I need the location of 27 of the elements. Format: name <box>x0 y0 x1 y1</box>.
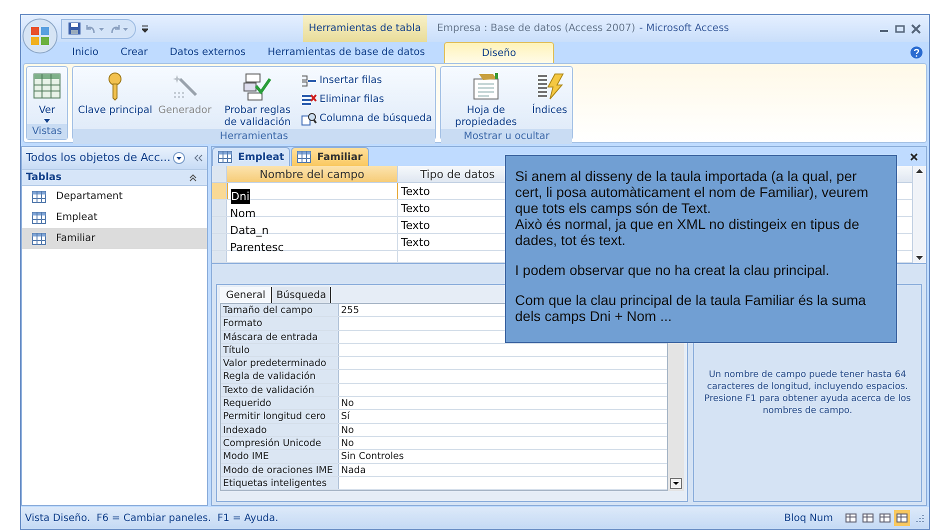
property-label: Tamaño del campo <box>221 304 339 316</box>
property-label: Valor predeterminado <box>221 357 339 370</box>
property-label: Permitir longitud cero <box>221 410 339 423</box>
property-label: Modo de oraciones IME <box>221 464 339 476</box>
window-title: Empresa : Base de datos (Access 2007) <box>436 22 636 36</box>
help-text: Un nombre de campo puede tener hasta 64 caracteres de longitud, incluyendo espacios. Presione F1 para obtener ayuda acerca de los nombres de campo. <box>703 369 912 417</box>
group-label: Vistas <box>27 124 67 139</box>
property-label: Modo IME <box>221 450 339 463</box>
property-label: Regla de validación <box>221 370 339 383</box>
callout-text: Si anem al disseny de la taula importada (a la qual, per cert, li posa automàticament el nom de Familiar), veurem que tots els camps són de Text. <box>515 168 870 216</box>
property-label: Compresión Unicode <box>221 436 339 450</box>
property-label: Máscara de entrada <box>221 330 339 343</box>
property-label: Etiquetas inteligentes <box>221 476 339 490</box>
num-lock-indicator: Bloq Num <box>784 512 833 526</box>
status-text: Vista Diseño. F6 = Cambiar paneles. F1 = Ayuda. <box>25 512 278 526</box>
app-name: - Microsoft Access <box>639 22 729 36</box>
group-label: Mostrar u ocultar <box>440 129 572 144</box>
property-label: Formato <box>221 317 339 330</box>
callout-text: Com que la clau principal de la taula Familiar és la suma dels camps Dni + Nom ... <box>515 292 867 324</box>
property-label: Texto de validación <box>221 384 339 396</box>
callout-text: Això és normal, ja que en XML no distingeix en tipus de dades, tot és text. <box>515 216 860 248</box>
group-label: Herramientas <box>73 129 435 144</box>
property-label: Título <box>221 344 339 356</box>
property-label: Requerido <box>221 397 339 410</box>
callout-text: I podem observar que no ha creat la clau principal. <box>515 262 830 278</box>
contextual-tab-label: Herramientas de tabla <box>302 15 427 42</box>
property-label: Indexado <box>221 424 339 436</box>
